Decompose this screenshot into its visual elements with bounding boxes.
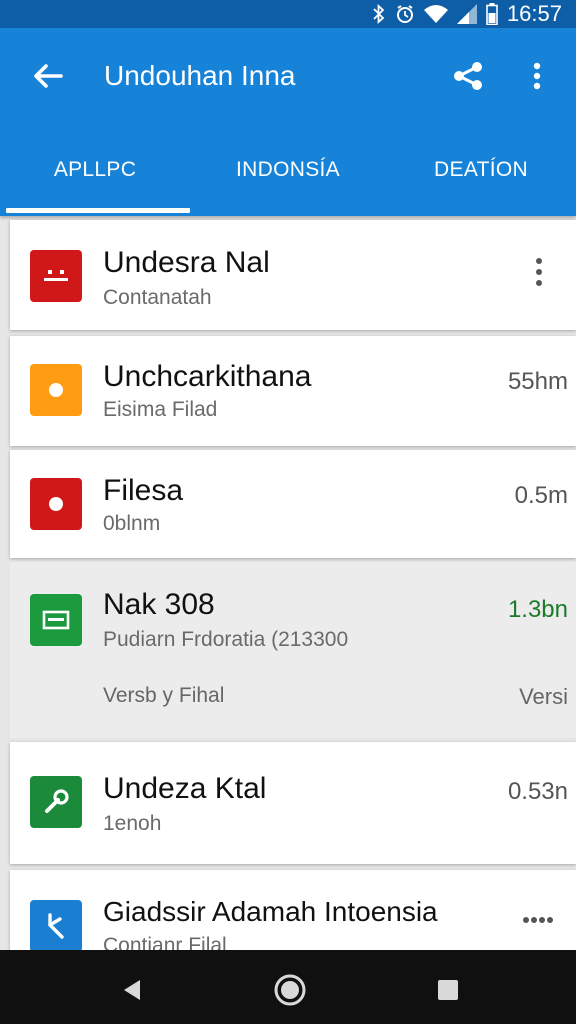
version-value: Versi [519,684,568,709]
list-item[interactable]: Undesra Nal Contanatah [10,220,576,330]
list-item-expanded[interactable]: Nak 308 Pudiarn Frdoratia (213300 1.3bn … [10,562,576,738]
item-subtitle: Eisima Filad [103,398,218,421]
item-size: 0.5m [514,482,568,509]
home-nav-icon[interactable] [266,966,314,1014]
item-subtitle: Contianr Filal [103,934,227,950]
item-size: 55hm [507,368,568,395]
battery-icon [486,3,498,25]
share-icon[interactable] [450,58,486,94]
item-title: Giadssir Adamah Intoensia [103,896,438,927]
list-item[interactable]: Filesa 0blnm 0.5m [10,450,576,558]
list-item[interactable]: Unchcarkithana Eisima Filad 55hm [10,336,576,446]
signal-icon [456,4,477,24]
item-title: Undeza Ktal [103,772,267,805]
app-bar: Undouhan Inna [0,28,576,124]
item-menu-icon[interactable] [524,254,554,290]
bluetooth-icon [372,4,386,24]
dot-icon [30,478,82,530]
wifi-icon [423,4,448,24]
app-list: Undesra Nal Contanatah Unchcarkithana Ei… [0,216,576,950]
item-subtitle: Contanatah [103,286,212,309]
share-icon [30,900,82,950]
item-subtitle: 1enoh [103,812,162,835]
alarm-icon [395,4,415,24]
tab-deation[interactable]: DEATÍON [386,124,576,216]
tab-bar: APLLPC INDONSÍA DEATÍON [0,124,576,216]
selected-tab-indicator [6,208,190,213]
more-horizontal-icon[interactable] [520,902,556,938]
wrench-icon [30,776,82,828]
item-subtitle: 0blnm [103,512,161,535]
tab-apllpc[interactable]: APLLPC [0,124,190,216]
list-item[interactable]: Undeza Ktal 1enoh 0.53n [10,742,576,864]
item-size: 1.3bn [507,596,568,623]
status-time: 16:57 [506,1,562,26]
version-label: Versb y Fihal [103,684,225,707]
overflow-menu-icon[interactable] [522,58,552,94]
item-size: 0.53n [507,778,568,805]
tab-indonsia[interactable]: INDONSÍA [190,124,386,216]
minus-face-icon [30,250,82,302]
list-item[interactable]: Giadssir Adamah Intoensia Contianr Filal [10,870,576,950]
dot-icon [30,364,82,416]
item-title: Filesa [103,474,184,507]
recents-nav-icon[interactable] [424,966,472,1014]
item-title: Nak 308 [103,588,215,621]
item-subtitle: Pudiarn Frdoratia (213300 [103,628,349,651]
status-bar: 16:57 [0,0,576,28]
item-title: Undesra Nal [103,246,270,279]
back-arrow-icon[interactable] [30,58,66,94]
item-title: Unchcarkithana [103,360,312,393]
back-nav-icon[interactable] [108,966,156,1014]
page-title: Undouhan Inna [104,60,296,91]
system-nav-bar [0,950,576,1024]
card-icon [30,594,82,646]
